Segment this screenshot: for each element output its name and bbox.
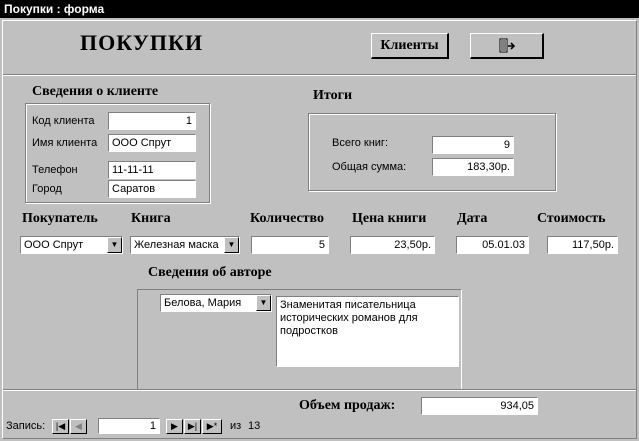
prev-record-button[interactable]: ◀ — [70, 419, 87, 434]
header-divider — [3, 74, 636, 76]
next-record-button[interactable]: ▶ — [166, 419, 183, 434]
last-record-button[interactable]: ▶| — [184, 419, 201, 434]
exit-door-icon — [499, 38, 515, 52]
client-city-label: Город — [32, 183, 62, 195]
last-record-icon: ▶| — [187, 421, 198, 431]
new-record-button[interactable]: ▶* — [202, 419, 222, 434]
next-record-icon: ▶ — [171, 421, 178, 431]
first-record-icon: |◀ — [55, 421, 66, 431]
buyer-combo[interactable]: ООО Спрут ▼ — [20, 236, 123, 254]
author-combo[interactable]: Белова, Мария ▼ — [160, 294, 272, 312]
record-total: 13 — [248, 420, 261, 432]
sales-field[interactable]: 934,05 — [421, 397, 538, 415]
book-combo[interactable]: Железная маска ▼ — [130, 236, 240, 254]
client-code-label: Код клиента — [32, 115, 95, 127]
first-record-button[interactable]: |◀ — [52, 419, 69, 434]
author-description[interactable]: Знаменитая писательница исторических ром… — [276, 296, 459, 367]
author-combo-value: Белова, Мария — [164, 297, 242, 309]
page-title: ПОКУПКИ — [80, 30, 204, 55]
author-section-title: Сведения об авторе — [148, 265, 272, 280]
new-record-icon: ▶* — [206, 421, 218, 431]
chevron-down-icon[interactable]: ▼ — [224, 237, 239, 253]
quantity-field[interactable]: 5 — [251, 236, 329, 254]
client-code-field[interactable]: 1 — [108, 112, 196, 130]
book-combo-value: Железная маска — [134, 239, 219, 251]
client-phone-label: Телефон — [32, 164, 78, 176]
clients-button-label: Клиенты — [380, 37, 439, 53]
buyer-combo-value: ООО Спрут — [24, 239, 84, 251]
footer-divider — [3, 389, 636, 391]
prev-record-icon: ◀ — [75, 421, 82, 431]
total-sum-field[interactable]: 183,30р. — [432, 158, 514, 176]
price-field[interactable]: 23,50р. — [350, 236, 435, 254]
date-label: Дата — [457, 211, 488, 226]
record-label: Запись: — [6, 420, 46, 432]
price-label: Цена книги — [352, 211, 427, 226]
client-section-title: Сведения о клиенте — [32, 84, 159, 99]
chevron-down-icon[interactable]: ▼ — [107, 237, 122, 253]
book-label: Книга — [131, 211, 171, 226]
client-phone-field[interactable]: 11-11-11 — [108, 161, 196, 179]
total-sum-label: Общая сумма: — [332, 161, 407, 173]
quantity-label: Количество — [250, 211, 325, 226]
client-name-field[interactable]: ООО Спрут — [108, 134, 196, 152]
total-books-field[interactable]: 9 — [432, 136, 514, 154]
totals-section-title: Итоги — [313, 88, 353, 103]
exit-button[interactable] — [470, 33, 544, 59]
buyer-label: Покупатель — [22, 211, 98, 226]
of-label: из — [230, 420, 242, 432]
sales-label: Объем продаж: — [299, 398, 396, 413]
window-title: Покупки : форма — [0, 0, 639, 18]
client-city-field[interactable]: Саратов — [108, 180, 196, 198]
record-number-field[interactable]: 1 — [98, 418, 160, 434]
chevron-down-icon[interactable]: ▼ — [256, 295, 271, 311]
cost-field[interactable]: 117,50р. — [547, 236, 618, 254]
total-books-label: Всего книг: — [332, 137, 388, 149]
date-field[interactable]: 05.01.03 — [456, 236, 529, 254]
cost-label: Стоимость — [537, 211, 606, 226]
clients-button[interactable]: Клиенты — [371, 33, 449, 59]
client-name-label: Имя клиента — [32, 137, 98, 149]
